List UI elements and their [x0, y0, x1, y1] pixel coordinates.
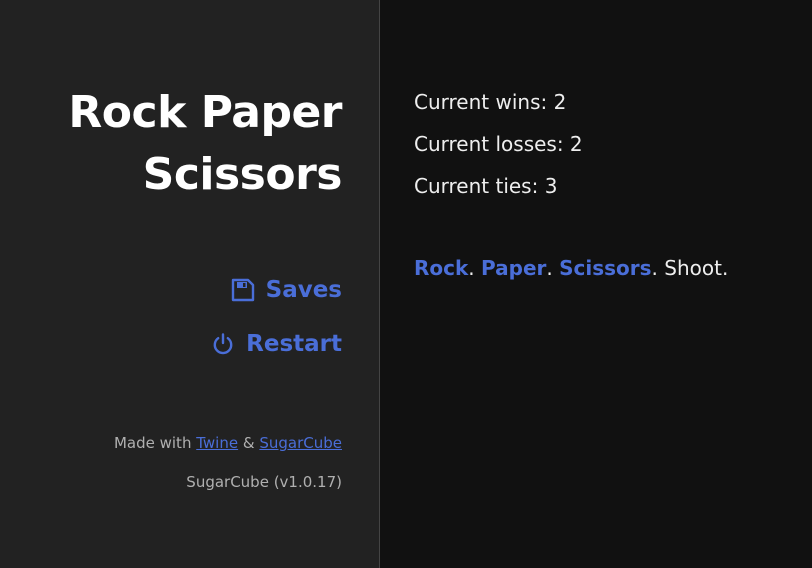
- story-title-line-1: Rock Paper: [68, 87, 342, 138]
- rock-link[interactable]: Rock: [414, 256, 468, 280]
- saves-label: Saves: [265, 277, 342, 303]
- current-losses: Current losses: 2: [414, 132, 583, 156]
- story-app: Rock Paper Scissors Saves Restart Made w…: [0, 0, 812, 568]
- paper-link[interactable]: Paper: [481, 256, 546, 280]
- made-with-text: Made with: [113, 434, 192, 452]
- credits-line: Made with Twine & SugarCube: [114, 434, 342, 452]
- sidebar: Rock Paper Scissors Saves Restart Made w…: [0, 0, 380, 568]
- saves-button[interactable]: Saves: [230, 277, 342, 303]
- current-wins: Current wins: 2: [414, 90, 567, 114]
- separator-1: .: [468, 256, 482, 280]
- current-ties: Current ties: 3: [414, 174, 558, 198]
- story-title-line-2: Scissors: [142, 149, 343, 200]
- shoot-text: . Shoot.: [651, 256, 729, 280]
- restart-label: Restart: [246, 331, 342, 357]
- choices-line: Rock. Paper. Scissors. Shoot.: [414, 254, 728, 282]
- passage: Current wins: 2 Current losses: 2 Curren…: [414, 88, 728, 282]
- restart-button[interactable]: Restart: [210, 331, 342, 357]
- floppy-disk-icon: [230, 277, 256, 303]
- version-text: SugarCube (v1.0.17): [186, 473, 342, 491]
- separator-2: .: [546, 256, 560, 280]
- power-icon: [210, 331, 236, 357]
- sugarcube-link[interactable]: SugarCube: [259, 434, 342, 452]
- scissors-link[interactable]: Scissors: [559, 256, 651, 280]
- story-title: Rock Paper Scissors: [12, 82, 342, 206]
- twine-link[interactable]: Twine: [196, 434, 238, 452]
- ampersand-text: &: [242, 434, 255, 452]
